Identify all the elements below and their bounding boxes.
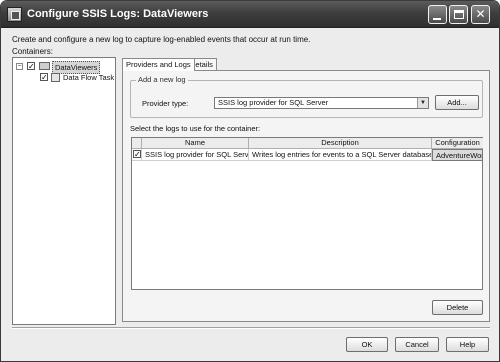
minimize-icon	[433, 18, 441, 20]
select-logs-label: Select the logs to use for the container…	[130, 124, 261, 133]
help-button[interactable]: Help	[446, 337, 489, 352]
dialog-description: Create and configure a new log to captur…	[12, 35, 311, 44]
add-new-log-group: Add a new log Provider type: SSIS log pr…	[130, 75, 483, 118]
table-row-name[interactable]: SSIS log provider for SQL Server	[142, 149, 249, 161]
grid-header-name[interactable]: Name	[142, 138, 249, 149]
close-icon: ✕	[475, 7, 486, 21]
data-flow-task-icon	[51, 73, 60, 82]
configure-ssis-logs-dialog: Configure SSIS Logs: DataViewers ✕ Creat…	[0, 0, 500, 362]
add-new-log-legend: Add a new log	[136, 75, 188, 84]
dropdown-arrow-icon[interactable]: ▼	[417, 98, 428, 108]
cancel-button[interactable]: Cancel	[395, 337, 439, 352]
log-enabled-checkbox[interactable]: ✓	[133, 150, 141, 159]
table-row-description[interactable]: Writes log entries for events to a SQL S…	[249, 149, 432, 161]
provider-type-label: Provider type:	[142, 99, 189, 108]
folder-icon	[39, 62, 50, 70]
tab-providers-and-logs[interactable]: Providers and Logs	[122, 58, 195, 71]
tree-node-data-flow-task[interactable]: ✓ Data Flow Task	[16, 72, 116, 83]
providers-and-logs-panel: Add a new log Provider type: SSIS log pr…	[122, 70, 490, 322]
title-bar: Configure SSIS Logs: DataViewers ✕	[1, 1, 499, 28]
app-icon	[7, 7, 22, 22]
data-flow-task-checkbox[interactable]: ✓	[40, 73, 48, 82]
table-row-checkbox-cell[interactable]: ✓	[132, 149, 142, 161]
check-icon: ✓	[134, 150, 141, 159]
containers-tree[interactable]: − ✓ DataViewers ✓ Data Flow Task	[12, 57, 116, 325]
grid-header-description[interactable]: Description	[249, 138, 432, 149]
containers-label: Containers:	[12, 47, 53, 56]
footer-separator	[12, 327, 490, 329]
check-icon: ✓	[41, 73, 48, 82]
dataviewers-checkbox[interactable]: ✓	[27, 62, 35, 71]
maximize-icon	[454, 10, 464, 19]
delete-button[interactable]: Delete	[432, 300, 483, 315]
check-icon: ✓	[28, 62, 35, 71]
maximize-button[interactable]	[449, 5, 468, 24]
ok-button[interactable]: OK	[346, 337, 388, 352]
provider-type-select[interactable]: SSIS log provider for SQL Server ▼	[214, 97, 429, 109]
tree-node-label: Data Flow Task	[63, 73, 115, 82]
grid-header-corner	[132, 138, 142, 149]
tree-node-dataviewers[interactable]: − ✓ DataViewers	[16, 61, 116, 74]
window-title: Configure SSIS Logs: DataViewers	[27, 8, 209, 20]
grid-header-configuration[interactable]: Configuration	[432, 138, 483, 149]
provider-type-value: SSIS log provider for SQL Server	[218, 98, 329, 107]
table-row-configuration[interactable]: AdventureWorks	[432, 149, 483, 161]
logs-grid[interactable]: Name Description Configuration ✓ SSIS lo…	[131, 137, 483, 290]
minimize-button[interactable]	[428, 5, 447, 24]
close-button[interactable]: ✕	[471, 5, 490, 24]
add-button[interactable]: Add...	[435, 95, 479, 110]
collapse-icon[interactable]: −	[16, 63, 23, 70]
